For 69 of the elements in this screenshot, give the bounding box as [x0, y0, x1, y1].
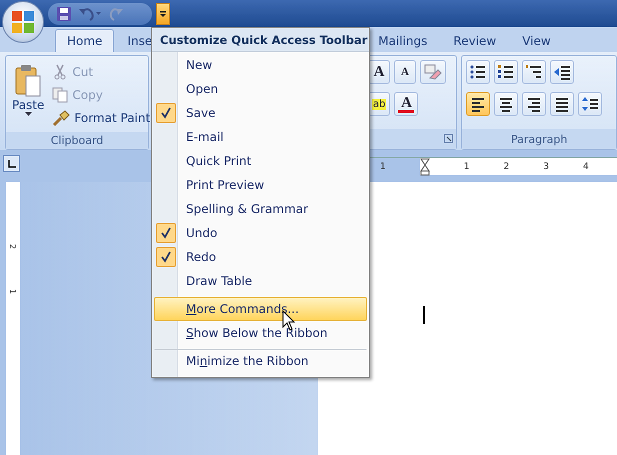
align-right-button[interactable] — [522, 92, 546, 116]
align-center-button[interactable] — [494, 92, 518, 116]
clipboard-icon — [14, 64, 42, 98]
group-title: Clipboard — [6, 132, 148, 149]
menu-item[interactable]: Open — [154, 77, 367, 101]
menu-item[interactable]: Draw Table — [154, 269, 367, 293]
brush-button[interactable]: Format Paint — [52, 108, 150, 128]
tab-selector[interactable] — [3, 155, 20, 172]
highlight-button[interactable]: ab — [368, 92, 390, 116]
menu-item[interactable]: Redo — [154, 245, 367, 269]
customize-toolbar-button[interactable] — [156, 2, 170, 24]
font-color-button[interactable]: A — [394, 92, 418, 116]
left-tab-icon — [8, 160, 16, 168]
paste-button[interactable]: Paste — [10, 60, 46, 128]
indent-marker-icon[interactable] — [420, 158, 430, 176]
bullets-button[interactable] — [466, 60, 490, 84]
check-icon — [161, 107, 171, 119]
check-icon — [161, 227, 171, 239]
align-spacing-button[interactable] — [578, 92, 602, 116]
menu-item[interactable]: More Commands... — [154, 297, 367, 321]
menu-item[interactable]: Save — [154, 101, 367, 125]
ruler-number: 3 — [543, 162, 549, 172]
eraser-icon — [424, 64, 442, 80]
brush-icon — [52, 110, 70, 126]
check-icon — [161, 251, 171, 263]
align-right-icon — [526, 96, 542, 112]
menu-item[interactable]: Show Below the Ribbon — [154, 321, 367, 345]
menu-item[interactable]: Print Preview — [154, 173, 367, 197]
ruler-number: 2 — [8, 244, 18, 250]
multilevel-button[interactable] — [522, 60, 546, 84]
ruler-number: 1 — [464, 162, 470, 172]
shrink-font-button[interactable]: A — [394, 60, 416, 84]
align-left-icon — [470, 96, 486, 112]
grow-font-button[interactable]: A — [368, 60, 390, 84]
scissors-icon — [52, 64, 68, 80]
copy-icon — [52, 87, 68, 103]
caret-icon — [24, 112, 32, 116]
office-logo-icon — [10, 9, 36, 35]
indent-button[interactable] — [550, 60, 574, 84]
ribbon-tab[interactable]: Review — [440, 29, 510, 52]
clear-formatting-button[interactable] — [420, 60, 446, 84]
multilevel-icon — [526, 64, 542, 80]
numbering-icon — [498, 64, 514, 80]
dialog-launcher-icon[interactable] — [444, 134, 454, 143]
numbering-button[interactable] — [494, 60, 518, 84]
align-left-button[interactable] — [466, 92, 490, 116]
align-spacing-icon — [582, 96, 598, 112]
dropdown-icon — [159, 10, 167, 18]
text-cursor — [423, 306, 425, 324]
ribbon-tab[interactable]: View — [509, 29, 564, 52]
align-justify-button[interactable] — [550, 92, 574, 116]
menu-item[interactable]: Spelling & Grammar — [154, 197, 367, 221]
menu-item[interactable]: Quick Print — [154, 149, 367, 173]
indent-icon — [554, 64, 570, 80]
menu-item[interactable]: New — [154, 53, 367, 77]
align-center-icon — [498, 96, 514, 112]
bullets-icon — [470, 64, 486, 80]
align-justify-icon — [554, 96, 570, 112]
ruler-number: 1 — [8, 288, 18, 294]
menu-item[interactable]: E-mail — [154, 125, 367, 149]
ribbon-tab[interactable]: Home — [55, 29, 114, 52]
menu-title: Customize Quick Access Toolbar — [152, 28, 369, 52]
ruler-number: 2 — [503, 162, 510, 172]
menu-item[interactable]: Undo — [154, 221, 367, 245]
save-icon[interactable] — [56, 6, 72, 22]
ruler-number: 4 — [582, 162, 589, 172]
menu-item[interactable]: Minimize the Ribbon — [154, 349, 367, 373]
group-title: Paragraph — [462, 129, 616, 149]
ruler-number: 1 — [380, 162, 386, 172]
